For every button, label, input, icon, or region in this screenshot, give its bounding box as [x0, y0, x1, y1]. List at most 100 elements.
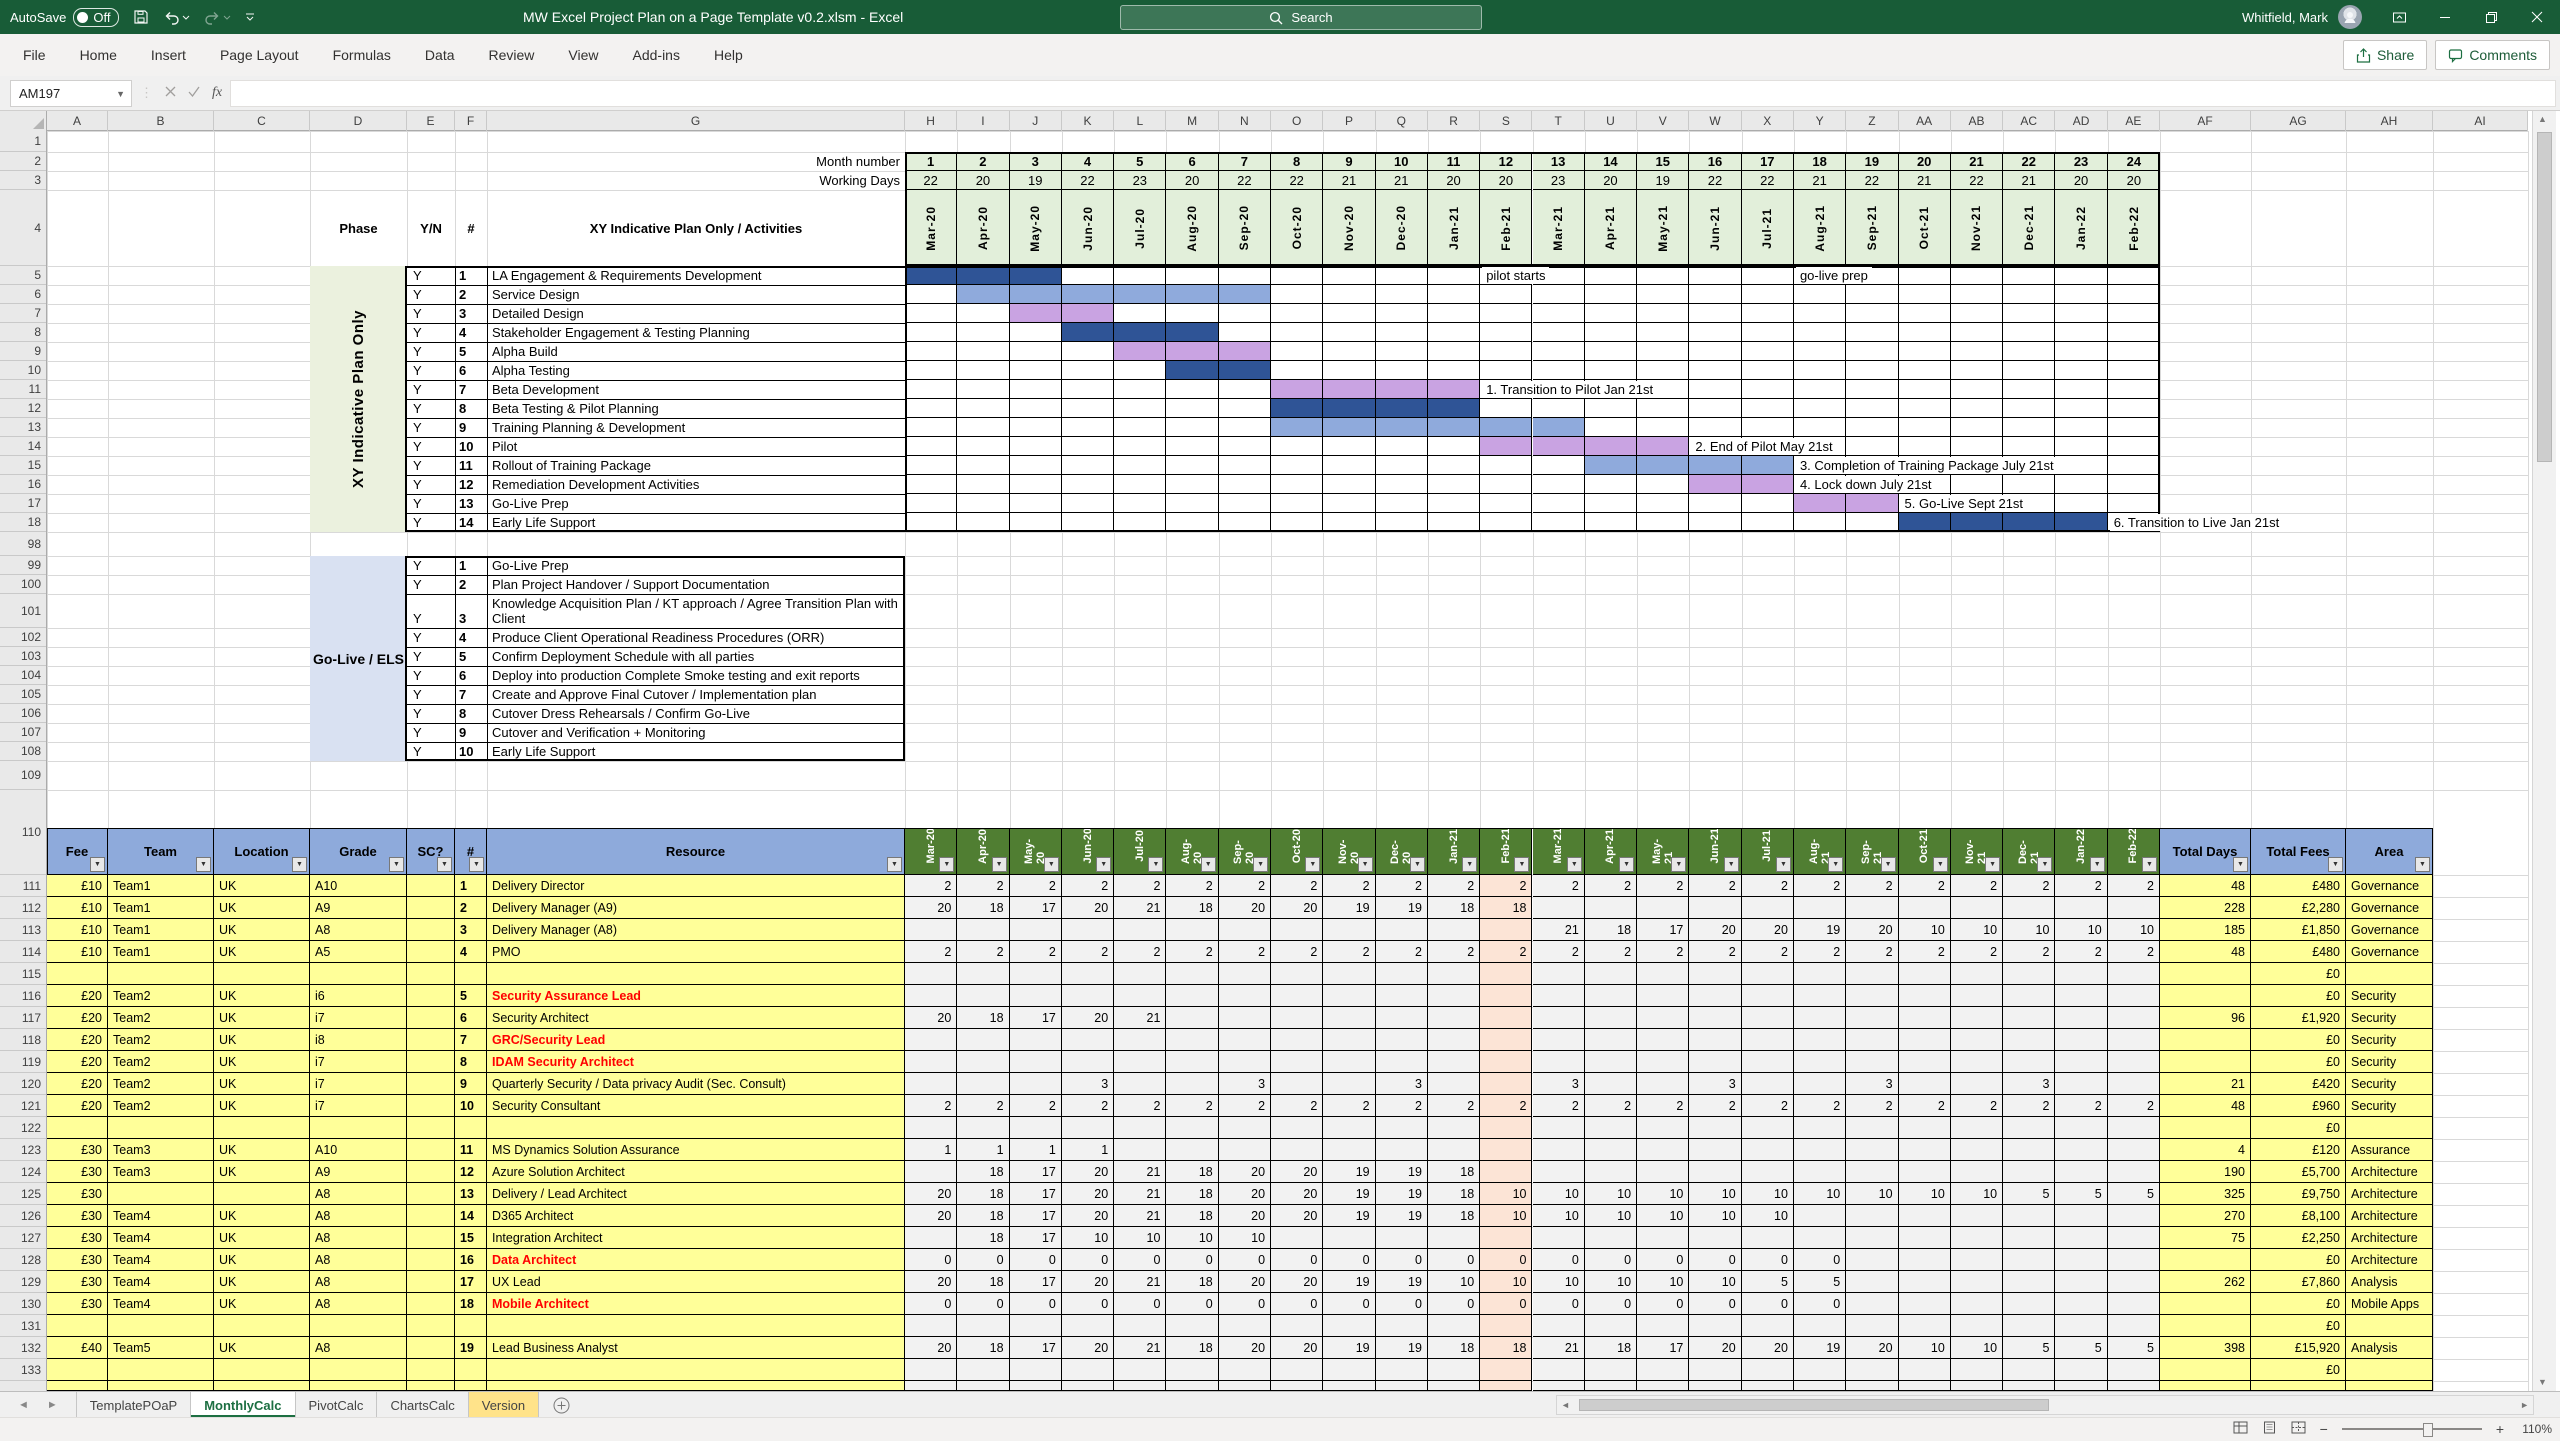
number-cell[interactable]: 4 [455, 941, 487, 963]
day-cell[interactable]: 20 [1219, 1183, 1271, 1205]
day-cell[interactable] [1062, 963, 1114, 985]
column-header-i[interactable]: I [957, 110, 1009, 131]
gantt-cell[interactable] [1428, 342, 1480, 361]
activity-number-cell[interactable]: 4 [455, 628, 487, 647]
resource-name-cell[interactable]: D365 Architect [487, 1205, 905, 1227]
gantt-cell[interactable] [905, 361, 957, 380]
day-cell[interactable] [2055, 1007, 2107, 1029]
day-cell[interactable]: 2 [1637, 875, 1689, 897]
partial-cell[interactable] [1533, 1381, 1585, 1391]
activity-yn-cell[interactable]: Y [407, 304, 455, 323]
gantt-cell[interactable] [1480, 513, 1532, 532]
grade-cell[interactable]: A8 [310, 1183, 407, 1205]
location-cell[interactable]: UK [214, 1051, 310, 1073]
gantt-cell[interactable] [1219, 456, 1271, 475]
gantt-bar-cell[interactable] [1010, 285, 1062, 304]
day-cell[interactable] [1323, 919, 1375, 941]
gantt-cell[interactable] [1689, 304, 1741, 323]
gantt-bar-cell[interactable] [1376, 399, 1428, 418]
gantt-cell[interactable] [1323, 475, 1375, 494]
resource-name-cell[interactable]: MS Dynamics Solution Assurance [487, 1139, 905, 1161]
day-cell[interactable] [1899, 1315, 1951, 1337]
month-number-cell[interactable]: 11 [1428, 152, 1480, 171]
day-cell[interactable]: 1 [1010, 1139, 1062, 1161]
gantt-cell[interactable] [1010, 342, 1062, 361]
gantt-cell[interactable] [905, 475, 957, 494]
day-cell[interactable]: 2 [2108, 941, 2160, 963]
month-label-cell[interactable]: Sep-21 [1846, 190, 1898, 266]
day-cell[interactable] [1271, 1315, 1323, 1337]
fee-cell[interactable]: £10 [47, 919, 108, 941]
day-cell[interactable] [1323, 1117, 1375, 1139]
day-cell[interactable] [2055, 1161, 2107, 1183]
row-header-9[interactable]: 9 [0, 342, 46, 361]
menu-tab-review[interactable]: Review [472, 34, 552, 76]
name-box[interactable]: AM197 ▼ [10, 80, 132, 107]
day-cell[interactable] [1689, 1029, 1741, 1051]
number-cell[interactable]: 7 [455, 1029, 487, 1051]
column-header-s[interactable]: S [1480, 110, 1532, 131]
day-cell[interactable] [2003, 1359, 2055, 1381]
gantt-cell[interactable] [2003, 380, 2055, 399]
activity-number-cell[interactable]: 8 [455, 399, 487, 418]
gantt-cell[interactable] [1480, 456, 1532, 475]
gantt-cell[interactable] [1376, 513, 1428, 532]
day-cell[interactable]: 1 [1062, 1139, 1114, 1161]
user-avatar[interactable] [2338, 5, 2362, 29]
day-cell[interactable] [1637, 1073, 1689, 1095]
gantt-cell[interactable] [1637, 304, 1689, 323]
scroll-up-icon[interactable]: ▲ [2538, 114, 2547, 124]
resource-name-cell[interactable]: IDAM Security Architect [487, 1051, 905, 1073]
location-cell[interactable]: UK [214, 1139, 310, 1161]
day-cell[interactable] [1533, 963, 1585, 985]
gantt-cell[interactable] [1846, 380, 1898, 399]
filter-button[interactable]: ▼ [939, 857, 954, 872]
day-cell[interactable] [1010, 1073, 1062, 1095]
location-cell[interactable]: UK [214, 1007, 310, 1029]
team-cell[interactable]: Team2 [108, 1051, 214, 1073]
day-cell[interactable] [1428, 1315, 1480, 1337]
day-cell[interactable] [1899, 897, 1951, 919]
gantt-cell[interactable] [1689, 323, 1741, 342]
grade-cell[interactable]: A8 [310, 1249, 407, 1271]
day-cell[interactable]: 10 [1219, 1227, 1271, 1249]
grade-cell[interactable]: A10 [310, 1139, 407, 1161]
total-fees-cell[interactable]: £960 [2251, 1095, 2346, 1117]
gantt-cell[interactable] [1062, 399, 1114, 418]
number-cell[interactable]: 2 [455, 897, 487, 919]
row-header-105[interactable]: 105 [0, 685, 46, 704]
resource-month-header[interactable]: Nov-20▼ [1323, 828, 1375, 875]
month-label-cell[interactable]: Feb-21 [1480, 190, 1532, 266]
day-cell[interactable] [1637, 1139, 1689, 1161]
day-cell[interactable] [1533, 897, 1585, 919]
gantt-cell[interactable] [1062, 475, 1114, 494]
total-fees-cell[interactable]: £8,100 [2251, 1205, 2346, 1227]
activity-number-cell[interactable]: 13 [455, 494, 487, 513]
total-days-cell[interactable]: 48 [2160, 1095, 2251, 1117]
horizontal-scroll-thumb[interactable] [1579, 1399, 2049, 1411]
gantt-cell[interactable] [1166, 513, 1218, 532]
day-cell[interactable] [1323, 1051, 1375, 1073]
page-break-view-button[interactable] [2291, 1421, 2306, 1437]
working-days-cell[interactable]: 20 [1166, 171, 1218, 190]
filter-button[interactable]: ▼ [1358, 857, 1373, 872]
gantt-bar-cell[interactable] [1010, 266, 1062, 285]
area-cell[interactable] [2346, 1117, 2433, 1139]
gantt-cell[interactable] [1533, 285, 1585, 304]
day-cell[interactable] [1585, 1007, 1637, 1029]
gantt-bar-cell[interactable] [1219, 342, 1271, 361]
day-cell[interactable]: 19 [1794, 1337, 1846, 1359]
gantt-cell[interactable] [1794, 285, 1846, 304]
zoom-slider-thumb[interactable] [2423, 1423, 2433, 1437]
gantt-cell[interactable] [1794, 361, 1846, 380]
month-label-cell[interactable]: Jul-20 [1114, 190, 1166, 266]
day-cell[interactable] [1689, 1161, 1741, 1183]
area-cell[interactable]: Security [2346, 1007, 2433, 1029]
gantt-cell[interactable] [1376, 323, 1428, 342]
area-cell[interactable] [2346, 963, 2433, 985]
sc-cell[interactable] [407, 941, 455, 963]
grade-cell[interactable]: A8 [310, 919, 407, 941]
gantt-cell[interactable] [1899, 266, 1951, 285]
day-cell[interactable] [957, 919, 1009, 941]
resource-header-area[interactable]: Area▼ [2346, 828, 2433, 875]
